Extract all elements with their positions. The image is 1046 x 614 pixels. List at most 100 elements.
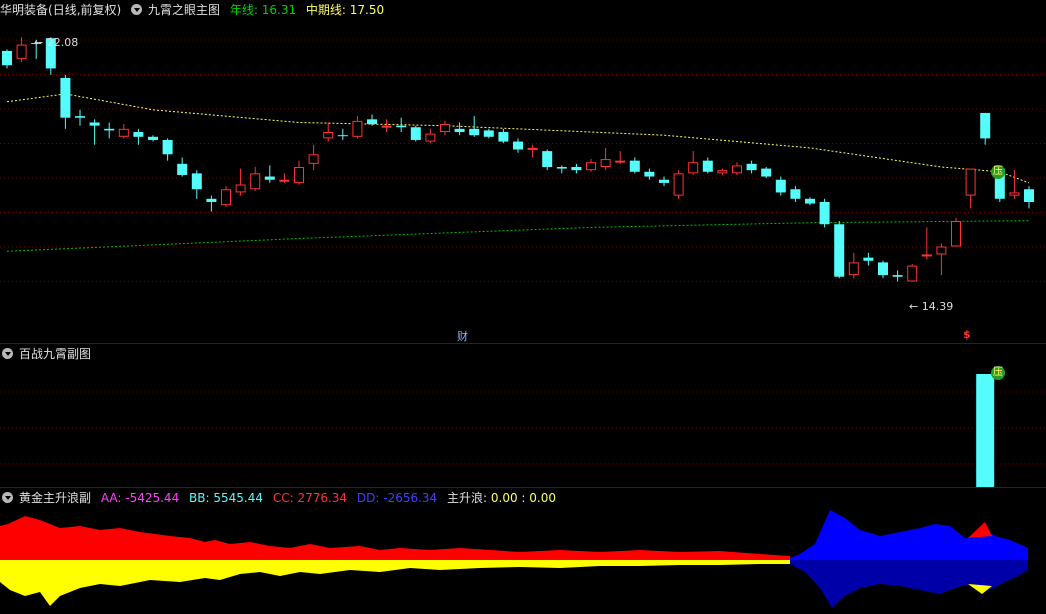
candle-body xyxy=(308,154,319,164)
candle-body xyxy=(586,162,596,171)
candle-body xyxy=(294,167,304,183)
mid-line-value: 17.50 xyxy=(349,3,385,17)
bb-label: BB: xyxy=(189,491,214,505)
candle-body xyxy=(323,132,334,139)
dd-darkblue-area xyxy=(790,560,1028,608)
candle-body xyxy=(717,170,728,174)
year-line-label: 年线: xyxy=(229,3,262,17)
dd-value: -2656.34 xyxy=(383,491,438,505)
candle-body xyxy=(600,159,611,168)
cc-label: CC: xyxy=(272,491,298,505)
candle-body xyxy=(454,128,465,133)
candlestick-chart[interactable] xyxy=(0,0,1046,344)
sub2-indicator-name[interactable]: 黄金主升浪副 xyxy=(19,491,91,505)
candle-body xyxy=(746,163,757,171)
cc-red-spike xyxy=(968,522,992,538)
candle-body xyxy=(892,275,903,277)
candle-body xyxy=(951,221,961,247)
candle-body xyxy=(936,246,947,255)
high-price-label: ← 22.08 xyxy=(34,36,79,49)
candle-body xyxy=(688,162,699,174)
candle-body xyxy=(1009,192,1020,196)
stock-name[interactable]: 华明装备 xyxy=(0,3,48,17)
dividend-marker[interactable]: $ xyxy=(963,328,971,341)
candle-body xyxy=(2,50,12,66)
candle-body xyxy=(702,160,713,172)
candle-body xyxy=(921,254,932,257)
candle-body xyxy=(191,173,202,190)
candle-body xyxy=(206,198,217,202)
candle-body xyxy=(352,120,363,137)
candle-body xyxy=(89,122,100,126)
candle-body xyxy=(629,160,640,172)
candle-body xyxy=(469,128,480,136)
candle-body xyxy=(410,127,421,140)
candle-body xyxy=(367,119,377,125)
indicator-menu-icon[interactable] xyxy=(131,4,143,15)
zsl-label: 主升浪: xyxy=(447,491,491,505)
candle-body xyxy=(264,176,275,180)
zsl-value: 0.00 : 0.00 xyxy=(490,491,556,505)
mid-line-label: 中期线: xyxy=(305,3,350,17)
finance-marker[interactable]: 财 xyxy=(457,328,468,344)
candle-body xyxy=(104,128,115,131)
main-indicator-name[interactable]: 九霄之眼主图 xyxy=(148,3,220,17)
sub1-pressure-badge: 压 xyxy=(991,366,1005,380)
cc-value: 2776.34 xyxy=(297,491,348,505)
sub2-menu-icon[interactable] xyxy=(2,492,13,503)
bb-yellow-area xyxy=(0,560,790,606)
candle-body xyxy=(16,44,27,59)
candle-body xyxy=(965,168,976,196)
candle-body xyxy=(980,112,991,139)
candle-body xyxy=(863,257,874,261)
candle-body xyxy=(556,167,567,169)
candle-body xyxy=(673,173,684,196)
candle-body xyxy=(75,116,85,118)
candle-body xyxy=(644,171,655,177)
dd-blue-area xyxy=(790,510,1028,560)
candle-body xyxy=(878,262,888,276)
sub2-header: 黄金主升浪副 AA: -5425.44 BB: 5545.44 CC: 2776… xyxy=(0,488,562,508)
candle-body xyxy=(162,139,173,155)
year-line-value: 16.31 xyxy=(261,3,297,17)
dd-label: DD: xyxy=(356,491,384,505)
aa-value: -5425.44 xyxy=(125,491,180,505)
candle-body xyxy=(513,141,523,150)
sub1-header: 百战九霄副图 xyxy=(0,344,97,364)
candle-body xyxy=(790,189,801,199)
candle-body xyxy=(542,151,553,167)
candle-body xyxy=(761,168,772,177)
sub1-indicator-name[interactable]: 百战九霄副图 xyxy=(19,347,91,361)
low-price-label: ← 14.39 xyxy=(909,300,954,313)
aa-red-area xyxy=(0,516,790,560)
candle-body xyxy=(483,130,494,137)
candle-body xyxy=(60,77,71,118)
bb-value: 5545.44 xyxy=(213,491,263,505)
candle-body xyxy=(118,128,129,137)
pressure-badge: 压 xyxy=(991,165,1005,179)
candle-body xyxy=(848,262,859,276)
candle-body xyxy=(425,133,436,142)
candle-body xyxy=(250,173,261,190)
candle-body xyxy=(805,198,815,204)
signal-bar xyxy=(976,374,995,487)
candle-body xyxy=(279,179,290,182)
sub-chart-1-panel[interactable]: 百战九霄副图 压 xyxy=(0,344,1046,487)
candle-body xyxy=(235,184,246,193)
candle-body xyxy=(177,163,188,175)
candle-body xyxy=(337,135,348,137)
sub1-menu-icon[interactable] xyxy=(2,348,13,359)
sub-chart-2-panel[interactable]: 黄金主升浪副 AA: -5425.44 BB: 5545.44 CC: 2776… xyxy=(0,488,1046,614)
candle-body xyxy=(834,224,845,277)
main-chart-panel[interactable]: 华明装备(日线,前复权) 九霄之眼主图 年线: 16.31 中期线: 17.50… xyxy=(0,0,1046,344)
candle-body xyxy=(440,124,450,133)
candle-body xyxy=(819,201,830,225)
candle-body xyxy=(775,179,786,193)
candle-body xyxy=(133,132,144,137)
candle-body xyxy=(381,125,392,128)
candle-body xyxy=(396,125,407,128)
adjust-mode[interactable]: (日线,前复权) xyxy=(48,3,121,17)
candle-body xyxy=(571,167,582,171)
aa-label: AA: xyxy=(100,491,126,505)
sub-chart-1[interactable] xyxy=(0,344,1046,487)
